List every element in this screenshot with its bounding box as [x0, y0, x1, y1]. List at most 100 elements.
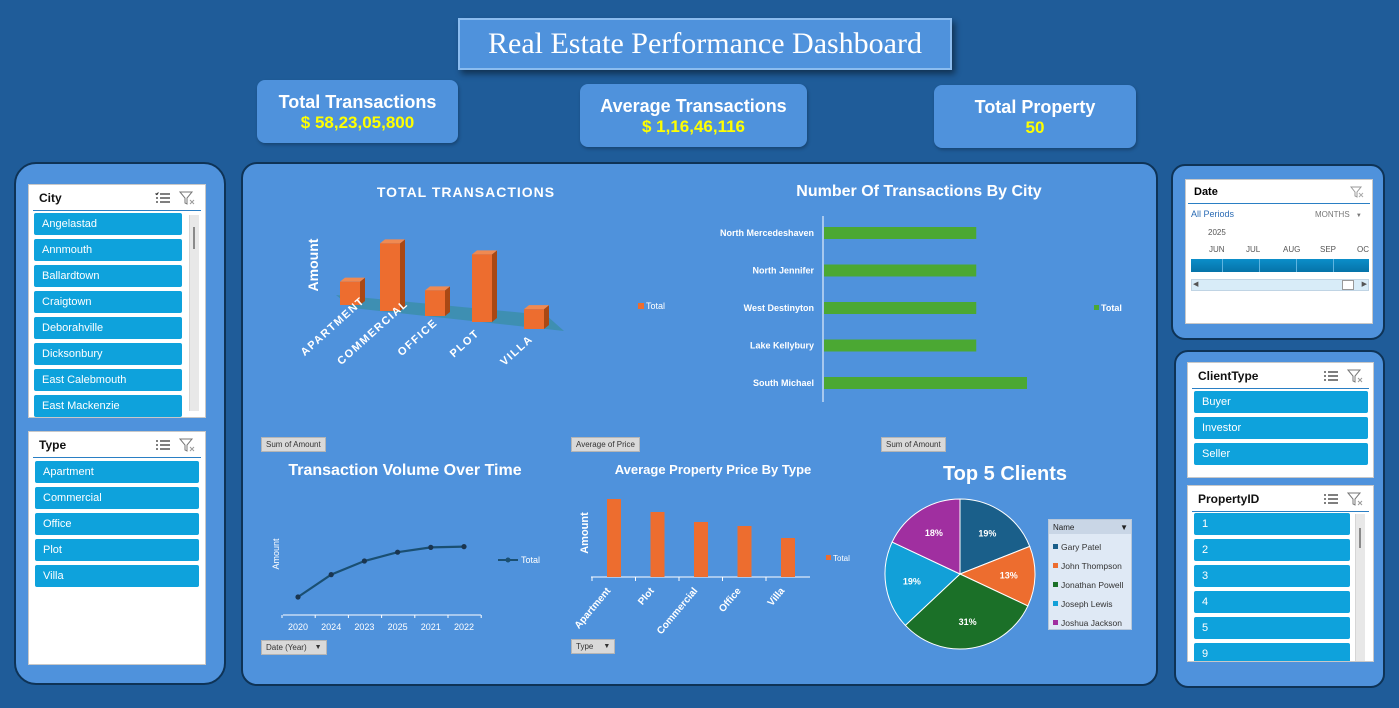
slicer-title: PropertyID: [1198, 491, 1260, 506]
pie-data-label: 19%: [978, 529, 996, 539]
clear-filter-icon[interactable]: [179, 438, 195, 452]
slicer-title: Type: [39, 437, 67, 452]
y-tick-label: Lake Kellybury: [750, 341, 814, 351]
city-list: Angelastad Annmouth Ballardtown Craigtown De…: [34, 213, 182, 421]
slicer-item[interactable]: Villa: [35, 565, 199, 587]
legend-label: Total: [833, 554, 850, 563]
clear-filter-icon[interactable]: [1347, 492, 1363, 506]
kpi-label: Total Property: [974, 96, 1096, 117]
clear-filter-icon[interactable]: [1350, 186, 1364, 198]
multi-select-icon[interactable]: [1323, 369, 1339, 383]
slicer-item[interactable]: Seller: [1194, 443, 1368, 465]
avg-price-by-type-chart: Average of Price Average Property Price …: [563, 430, 864, 661]
x-tick-label: PLOT: [448, 327, 482, 360]
x-tick-label: 2021: [421, 622, 441, 632]
x-tick-label: Apartment: [573, 585, 614, 631]
slicer-item[interactable]: 9: [1194, 643, 1350, 661]
city-scrollbar[interactable]: [189, 215, 199, 411]
multi-select-icon[interactable]: [155, 191, 171, 205]
clienttype-list: Buyer Investor Seller: [1194, 391, 1368, 469]
legend-item[interactable]: Joshua Jackson: [1053, 613, 1127, 632]
field-button-label: Type: [576, 642, 594, 651]
slicer-item[interactable]: Commercial: [35, 487, 199, 509]
time-level-selector[interactable]: MONTHS ▼: [1315, 210, 1362, 219]
kpi-value: 50: [1025, 117, 1045, 137]
legend-swatch: [1094, 305, 1099, 310]
scrollbar-thumb[interactable]: [1359, 528, 1361, 548]
slicer-item[interactable]: 4: [1194, 591, 1350, 613]
legend-item[interactable]: Jonathan Powell: [1053, 575, 1127, 594]
avg-price-by-type-svg: Average Property Price By Type Amount To…: [573, 462, 850, 637]
bar: [824, 264, 977, 277]
slicer-item[interactable]: East Mackenzie: [34, 395, 182, 417]
timeline-scrollbar[interactable]: ◀ ▶: [1191, 279, 1369, 291]
chart-title: Number Of Transactions By City: [796, 183, 1041, 200]
legend-field-button[interactable]: Name ▼: [1049, 520, 1131, 534]
timeline-month-label[interactable]: SEP: [1320, 245, 1336, 254]
filter-icon: ▼: [1120, 522, 1128, 532]
date-year-field-button[interactable]: Date (Year) ▼: [261, 640, 327, 655]
multi-select-icon[interactable]: [1323, 492, 1339, 506]
slicer-item[interactable]: Buyer: [1194, 391, 1368, 413]
timeline-month-label[interactable]: JUN: [1209, 245, 1225, 254]
slicer-item[interactable]: Plot: [35, 539, 199, 561]
slicer-item[interactable]: Ballardtown: [34, 265, 182, 287]
slicer-title: ClientType: [1198, 368, 1259, 383]
slicer-item[interactable]: Investor: [1194, 417, 1368, 439]
total-transactions-svg: TOTAL TRANSACTIONS Amount Total APARTMEN…: [299, 184, 665, 368]
bar: [737, 526, 752, 577]
kpi-value: $ 1,16,46,116: [641, 116, 746, 136]
bar: [650, 512, 665, 577]
legend-label: John Thompson: [1061, 560, 1122, 571]
slicer-item[interactable]: Angelastad: [34, 213, 182, 235]
legend-swatch: [1053, 544, 1058, 549]
slicer-item[interactable]: Dicksonbury: [34, 343, 182, 365]
pie-data-label: 19%: [903, 577, 921, 587]
legend-item[interactable]: John Thompson: [1053, 556, 1127, 575]
slicer-item[interactable]: Office: [35, 513, 199, 535]
data-point: [328, 572, 334, 578]
field-button-label: Name: [1053, 522, 1075, 532]
bar-side: [445, 286, 450, 316]
chart-title: Top 5 Clients: [943, 463, 1067, 485]
propertyid-scrollbar[interactable]: [1355, 514, 1365, 661]
bar: [694, 522, 708, 577]
slicer-header: Date: [1188, 180, 1370, 204]
scrollbar-thumb[interactable]: [193, 227, 195, 249]
kpi-total-property: Total Property 50: [934, 85, 1136, 148]
bar: [824, 377, 1027, 389]
scroll-left-icon[interactable]: ◀: [1193, 280, 1198, 288]
dashboard-title: Real Estate Performance Dashboard: [488, 27, 922, 60]
scrollbar-thumb[interactable]: [1342, 280, 1354, 290]
slicer-item[interactable]: Deborahville: [34, 317, 182, 339]
clear-filter-icon[interactable]: [1347, 369, 1363, 383]
x-tick-label: 2025: [388, 622, 408, 632]
data-point: [461, 544, 467, 550]
slicer-header: Type: [33, 432, 201, 458]
timeline-month-label[interactable]: JUL: [1246, 245, 1260, 254]
slicer-item[interactable]: 3: [1194, 565, 1350, 587]
slicer-item[interactable]: Annmouth: [34, 239, 182, 261]
scroll-right-icon[interactable]: ▶: [1362, 280, 1367, 288]
multi-select-icon[interactable]: [155, 438, 171, 452]
slicer-item[interactable]: 5: [1194, 617, 1350, 639]
timeline-month-label[interactable]: AUG: [1283, 245, 1300, 254]
timeline-selection-bar[interactable]: [1191, 259, 1369, 272]
timeline-month-label[interactable]: OC: [1357, 245, 1369, 254]
slicer-item[interactable]: 1: [1194, 513, 1350, 535]
clear-filter-icon[interactable]: [179, 191, 195, 205]
all-periods-label[interactable]: All Periods: [1191, 209, 1234, 219]
slicer-item[interactable]: 2: [1194, 539, 1350, 561]
legend-item[interactable]: Gary Patel: [1053, 537, 1127, 556]
city-slicer: City Angelastad Annmouth Ballardtown Craigt…: [28, 184, 206, 418]
type-field-button[interactable]: Type ▼: [571, 639, 616, 654]
slicer-item[interactable]: Apartment: [35, 461, 199, 483]
legend-swatch: [826, 555, 831, 560]
slicer-item[interactable]: East Calebmouth: [34, 369, 182, 391]
x-tick-label: Plot: [636, 585, 657, 607]
legend-item[interactable]: Joseph Lewis: [1053, 594, 1127, 613]
slicer-title: Date: [1194, 185, 1218, 198]
slicer-item[interactable]: Craigtown: [34, 291, 182, 313]
x-tick-label: 2023: [354, 622, 374, 632]
dropdown-arrow-icon: ▼: [314, 644, 322, 651]
